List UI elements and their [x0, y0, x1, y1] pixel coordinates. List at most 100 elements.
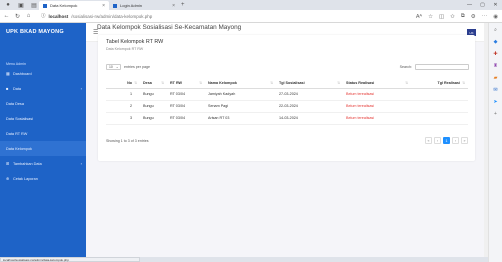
cell-tgl-realisasi [411, 100, 468, 113]
table-row: 2 Bungu RT 03/04 Senam Pagi 22-03-2024 B… [106, 100, 468, 113]
grid-icon: ▦ [6, 71, 10, 76]
search-input[interactable] [415, 64, 469, 70]
collections-toolbar-icon[interactable]: ⧉ [461, 13, 465, 20]
cell-nama-kelompok: Arisan RT 03 [205, 112, 276, 125]
table-row: 3 Bungu RT 03/04 Arisan RT 03 14-03-2024… [106, 112, 468, 125]
browser-tab-data-kelompok[interactable]: Data Kelompok × [39, 1, 109, 10]
close-tab-icon[interactable]: × [102, 3, 105, 9]
office-icon[interactable]: ▰ [494, 75, 498, 81]
tools-icon[interactable]: ✚ [493, 51, 497, 57]
column-label: Tgl Sosialisasi [279, 81, 305, 86]
info-icon[interactable]: ⓘ [41, 13, 46, 19]
read-aloud-icon[interactable]: Aᴬ [416, 14, 422, 20]
back-icon[interactable]: ← [2, 13, 11, 19]
column-header-nama-kelompok[interactable]: Nama Kelompok ⇅ [205, 79, 276, 89]
cell-status-realisasi: Belum terealisasi [343, 112, 411, 125]
more-icon[interactable]: ⋯ [482, 14, 488, 20]
column-header-desa[interactable]: Desa ⇅ [140, 79, 167, 89]
maximize-icon[interactable]: ▢ [476, 2, 489, 8]
sidebar-item-label: Data Kelompok [6, 146, 32, 151]
tab-label: Data Kelompok [50, 3, 78, 8]
pagination-next-button[interactable]: › [452, 137, 459, 144]
tab-actions-icon[interactable]: ▤ [29, 1, 39, 9]
shopping-icon[interactable]: ◆ [494, 39, 498, 45]
column-header-no[interactable]: No ⇅ [106, 79, 140, 89]
sidebar-item-label: Tambahkan Data [13, 161, 42, 166]
cell-status-realisasi: Belum terealisasi [343, 88, 411, 101]
entries-per-page-select[interactable]: 10 ⌄ [106, 64, 121, 70]
sidebar-item-label: Data [13, 86, 22, 91]
sort-icon: ⇅ [462, 81, 465, 86]
cell-rt-rw: RT 03/04 [167, 112, 205, 125]
tab-label: Login Admin [120, 3, 143, 8]
column-label: No [127, 81, 132, 86]
sidebar-item-data[interactable]: ■ Data › [0, 81, 86, 96]
sidebar-item-cetak-laporan[interactable]: ⊕ Cetak Laporan [0, 171, 86, 186]
page-title: Data Kelompok Sosialisasi Se-Kecamatan M… [97, 24, 242, 31]
favorite-star-icon[interactable]: ☆ [428, 14, 433, 20]
new-tab-button[interactable]: + [181, 2, 185, 8]
cell-nama-kelompok: Jamiyah Kadyah [205, 88, 276, 101]
cell-tgl-sosialisasi: 27-03-2024 [276, 88, 343, 101]
sidebar-item-tambahkan-data[interactable]: ⊞ Tambahkan Data › [0, 156, 86, 171]
browser-tab-bar: ● ▣ ▤ Data Kelompok × Login Admin × + — … [0, 0, 502, 10]
add-panel-icon[interactable]: + [494, 111, 497, 117]
refresh-icon[interactable]: ↻ [13, 13, 22, 20]
sort-icon: ⇅ [270, 81, 273, 86]
sidebar-item-data-kelompok[interactable]: Data Kelompok [0, 141, 86, 156]
column-header-status-realisasi[interactable]: Status Realisasi ⇅ [343, 79, 411, 89]
sidebar-item-data-rt-rw[interactable]: Data RT RW [0, 126, 86, 141]
tab-favicon-icon [113, 3, 117, 8]
address-bar: ← ↻ ⌂ ⓘ localhost/sosialisasi-rw/admin/d… [0, 10, 502, 23]
sidebar-item-dashboard[interactable]: ▦ Dashboard [0, 66, 86, 81]
sort-icon: ⇅ [405, 81, 408, 86]
sidebar-item-label: Data Desa [6, 101, 24, 106]
pagination-page-button[interactable]: 1 [443, 137, 450, 144]
games-icon[interactable]: ♜ [493, 63, 497, 69]
home-icon[interactable]: ⌂ [24, 13, 33, 19]
sidebar-item-data-sosialisasi[interactable]: Data Sosialisasi [0, 111, 86, 126]
minimize-icon[interactable]: — [463, 2, 476, 8]
cell-tgl-realisasi [411, 88, 468, 101]
entries-length-control: 10 ⌄ entries per page [106, 64, 150, 70]
table-header-row: No ⇅ Desa ⇅ RT RW ⇅ Nama Kelompok ⇅ Tgl Sosi… [106, 79, 468, 89]
profile-icon[interactable]: ● [3, 1, 13, 9]
sidebar-item-label: Data RT RW [6, 131, 28, 136]
browser-toolbar: Aᴬ ☆ ◫ ✩ ⧉ ⚙ ⋯ ◉ [416, 10, 498, 23]
split-screen-icon[interactable]: ◫ [439, 14, 444, 20]
close-window-icon[interactable]: ✕ [489, 2, 502, 8]
cell-rt-rw: RT 03/04 [167, 100, 205, 113]
cell-tgl-sosialisasi: 22-03-2024 [276, 100, 343, 113]
outlook-icon[interactable]: ✉ [493, 87, 497, 93]
browser-tab-login-admin[interactable]: Login Admin × [109, 1, 179, 10]
column-header-rt-rw[interactable]: RT RW ⇅ [167, 79, 205, 89]
cell-desa: Bungu [140, 112, 167, 125]
sidebar-item-data-desa[interactable]: Data Desa [0, 96, 86, 111]
column-label: Tgl Realisasi [437, 81, 460, 86]
close-tab-icon[interactable]: × [172, 3, 175, 9]
drop-icon[interactable]: ➤ [493, 99, 497, 105]
brand-title[interactable]: UPK BKAD MAYONG [0, 23, 86, 41]
pagination: « ‹ 1 › » [425, 137, 468, 144]
url-field[interactable]: ⓘ localhost/sosialisasi-rw/admin/data-ke… [41, 13, 152, 19]
card-subtitle: Data Kelompok RT RW [106, 47, 144, 51]
table-card: Tabel Kelompok RT RW Data Kelompok RT RW… [98, 35, 475, 161]
search-icon[interactable]: ⌕ [494, 27, 497, 33]
favorites-icon[interactable]: ✩ [450, 14, 455, 20]
pagination-last-button[interactable]: » [461, 137, 468, 144]
extensions-icon[interactable]: ⚙ [471, 14, 476, 20]
url-path: /sosialisasi-rw/admin/data-kelompok.php [71, 13, 153, 19]
cell-desa: Bungu [140, 100, 167, 113]
column-header-tgl-realisasi[interactable]: Tgl Realisasi ⇅ [411, 79, 468, 89]
sort-icon: ⇅ [134, 81, 137, 86]
pagination-prev-button[interactable]: ‹ [434, 137, 441, 144]
cell-nama-kelompok: Senam Pagi [205, 100, 276, 113]
copilot-icon[interactable]: ◉ [493, 14, 498, 20]
sort-icon: ⇅ [199, 81, 202, 86]
page-scrollbar[interactable] [484, 23, 488, 257]
cell-no: 1 [106, 88, 140, 101]
status-url: localhost/sosialisasi-rw/admin/data-kelo… [0, 257, 140, 262]
collections-icon[interactable]: ▣ [16, 1, 26, 9]
pagination-first-button[interactable]: « [425, 137, 432, 144]
column-header-tgl-sosialisasi[interactable]: Tgl Sosialisasi ⇅ [276, 79, 343, 89]
